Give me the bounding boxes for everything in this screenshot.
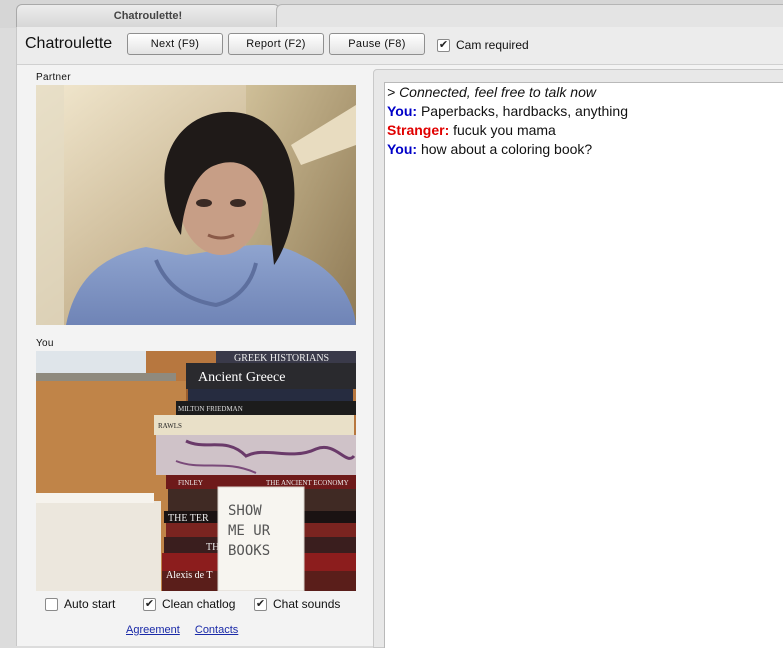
chat-message: You: how about a coloring book?	[385, 140, 783, 159]
book-spine-title: Alexis de T	[166, 570, 212, 581]
partner-label: Partner	[36, 72, 71, 83]
clean-chatlog-label: Clean chatlog	[162, 597, 236, 611]
cam-required-label: Cam required	[456, 38, 529, 52]
page: Chatroulette Next (F9) Report (F2) Pause…	[16, 27, 783, 648]
pause-button[interactable]: Pause (F8)	[329, 33, 425, 55]
chat-message-text: fucuk you mama	[449, 122, 556, 138]
chat-log[interactable]: > Connected, feel free to talk now You: …	[384, 82, 783, 648]
auto-start-checkbox[interactable]	[45, 597, 58, 611]
auto-start-label: Auto start	[64, 597, 116, 611]
logo: Chatroulette	[25, 35, 113, 52]
you-label: You	[36, 338, 54, 349]
chat-status-line: > Connected, feel free to talk now	[387, 84, 596, 100]
chat-speaker: You:	[387, 103, 418, 119]
chat-panel: > Connected, feel free to talk now You: …	[373, 69, 783, 648]
chat-message-text: Paperbacks, hardbacks, anything	[417, 103, 628, 119]
partner-video	[36, 85, 356, 325]
handwritten-note-text: SHOW	[228, 503, 262, 519]
clean-chatlog-toggle[interactable]: ✔ Clean chatlog	[143, 597, 235, 611]
chat-message: You: Paperbacks, hardbacks, anything	[385, 102, 783, 121]
handwritten-note-text: BOOKS	[228, 543, 270, 559]
chat-speaker: Stranger:	[387, 122, 450, 138]
book-spine-title: MILTON FRIEDMAN	[178, 405, 243, 413]
contacts-link[interactable]: Contacts	[195, 624, 238, 636]
auto-start-toggle[interactable]: Auto start	[45, 597, 115, 611]
chat-sounds-label: Chat sounds	[273, 597, 341, 611]
self-video: GREEK HISTORIANS Ancient Greece MILTON F…	[36, 351, 356, 591]
browser-tab-strip: Chatroulette!	[0, 0, 783, 28]
handwritten-note-text: ME UR	[228, 523, 271, 539]
book-spine-title: GREEK HISTORIANS	[234, 353, 329, 364]
footer-links: Agreement Contacts	[126, 624, 250, 636]
next-button[interactable]: Next (F9)	[127, 33, 223, 55]
book-spine-title: THE TER	[168, 513, 209, 524]
cam-required-checkbox[interactable]: ✔	[437, 38, 450, 52]
chat-speaker: You:	[387, 141, 418, 157]
chat-message-text: how about a coloring book?	[417, 141, 593, 157]
book-spine-title: RAWLS	[158, 422, 182, 430]
book-spine-title: Ancient Greece	[198, 370, 285, 385]
chat-sounds-checkbox[interactable]: ✔	[254, 597, 267, 611]
report-button[interactable]: Report (F2)	[228, 33, 324, 55]
cam-required-toggle[interactable]: ✔ Cam required	[437, 38, 529, 52]
chat-sounds-toggle[interactable]: ✔ Chat sounds	[254, 597, 340, 611]
book-spine-title: THE ANCIENT ECONOMY	[266, 479, 349, 487]
tab-title: Chatroulette!	[113, 10, 183, 22]
book-spine-title: FINLEY	[178, 479, 203, 487]
agreement-link[interactable]: Agreement	[126, 624, 180, 636]
clean-chatlog-checkbox[interactable]: ✔	[143, 597, 156, 611]
chat-message: Stranger: fucuk you mama	[385, 121, 783, 140]
toolbar: Chatroulette Next (F9) Report (F2) Pause…	[17, 27, 783, 65]
browser-tab-background	[276, 4, 783, 27]
browser-tab[interactable]: Chatroulette!	[16, 4, 280, 27]
